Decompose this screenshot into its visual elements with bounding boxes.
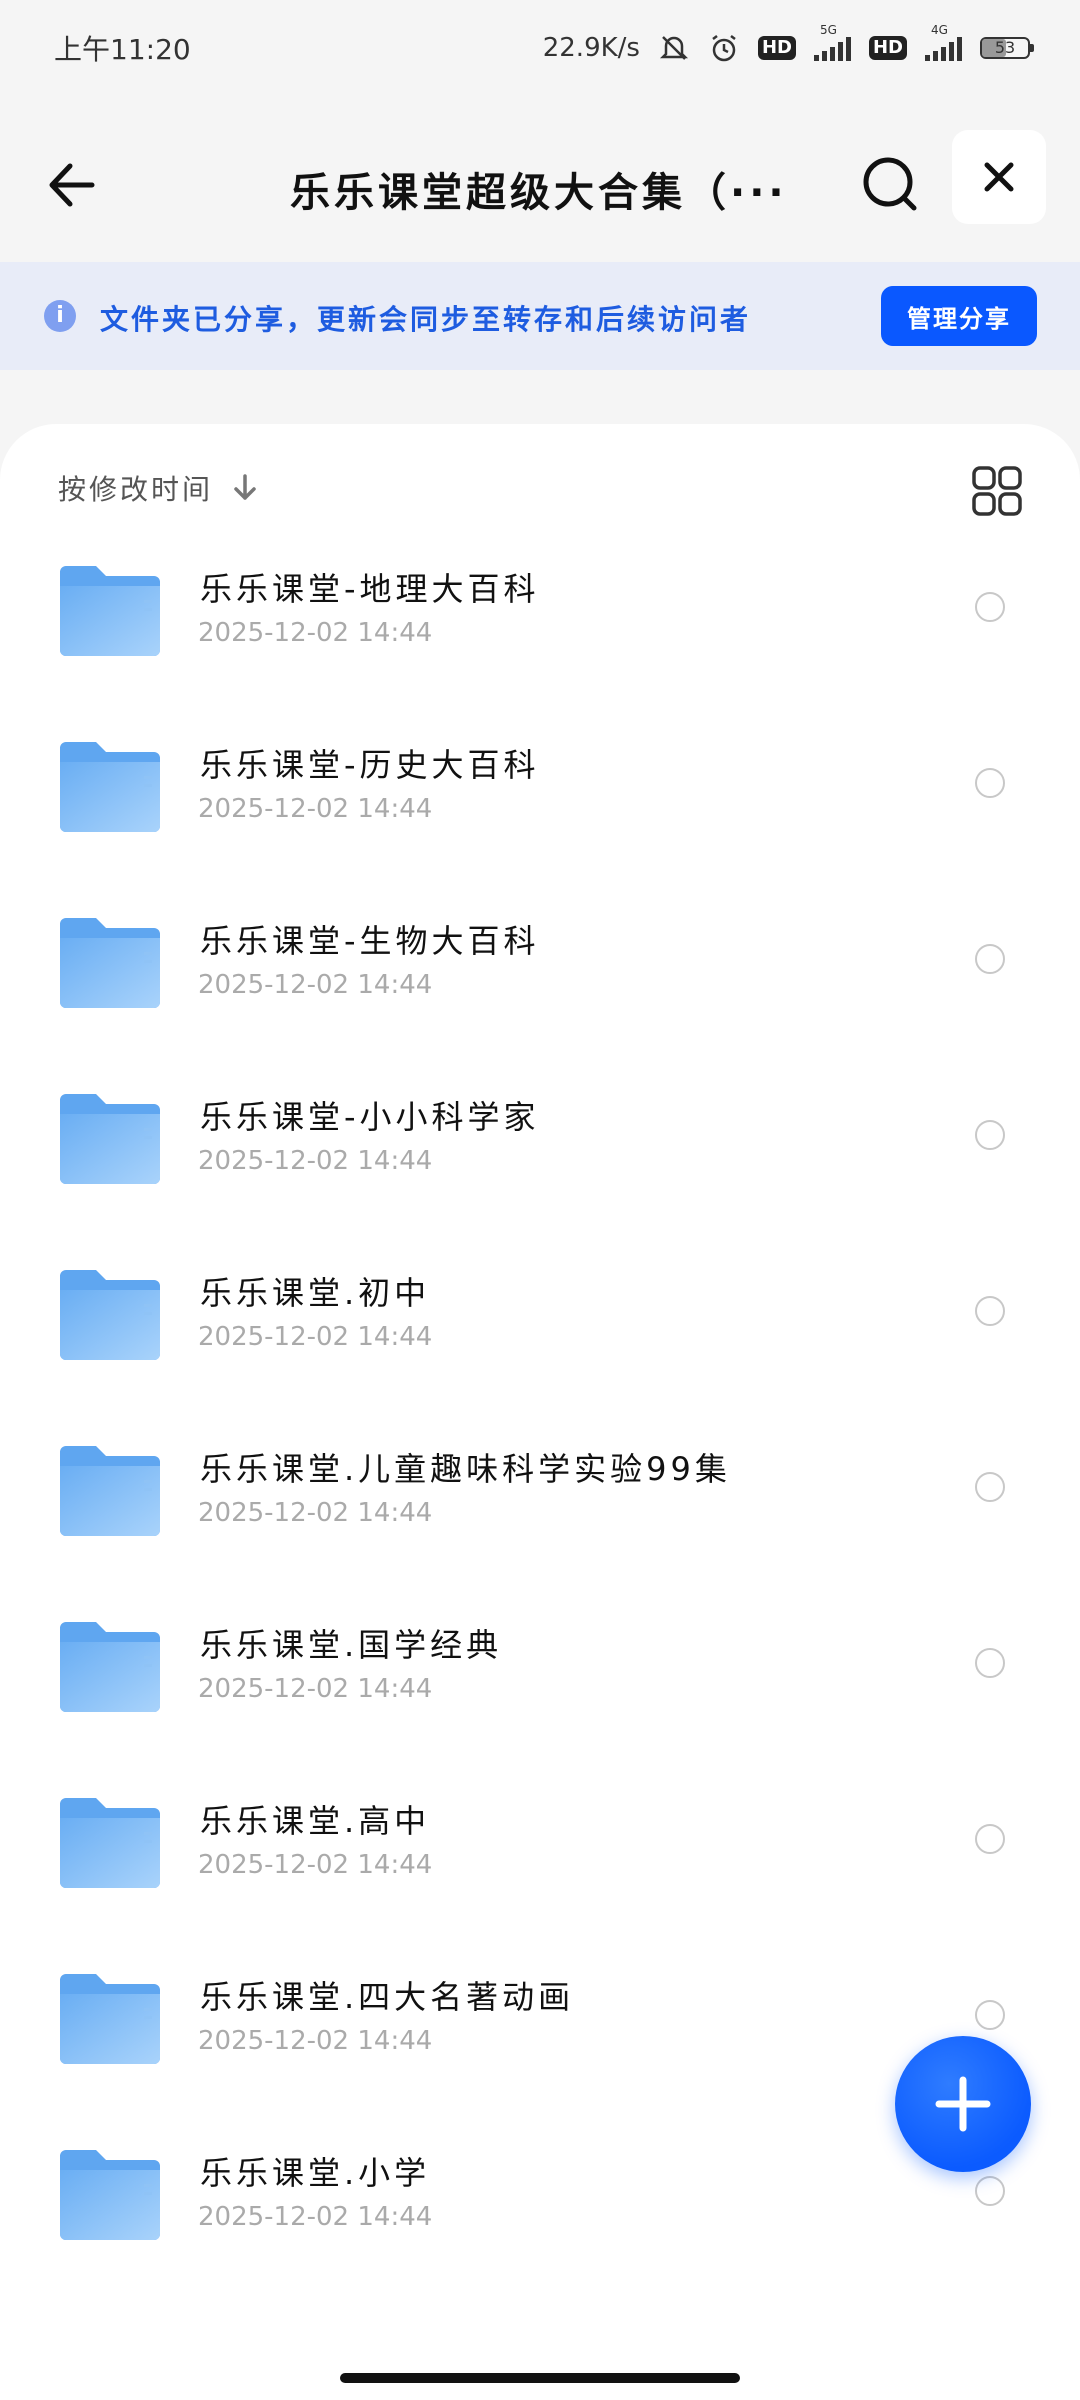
add-button[interactable] bbox=[895, 2036, 1031, 2172]
file-date: 2025-12-02 14:44 bbox=[198, 1850, 433, 1880]
list-item[interactable]: 乐乐课堂.高中 2025-12-02 14:44 bbox=[0, 1766, 1080, 1942]
status-icons: 22.9K/s HD 5G HD 4G 53 bbox=[542, 23, 1034, 64]
file-name: 乐乐课堂.国学经典 bbox=[200, 1626, 503, 1664]
select-radio[interactable] bbox=[975, 592, 1005, 622]
folder-icon bbox=[60, 1622, 160, 1712]
list-item[interactable]: 乐乐课堂-历史大百科 2025-12-02 14:44 bbox=[0, 710, 1080, 886]
file-name: 乐乐课堂.初中 bbox=[200, 1274, 431, 1312]
page-title: 乐乐课堂超级大合集（··· bbox=[290, 170, 788, 216]
manage-share-button[interactable]: 管理分享 bbox=[881, 286, 1037, 346]
list-item[interactable]: 乐乐课堂.国学经典 2025-12-02 14:44 bbox=[0, 1590, 1080, 1766]
select-radio[interactable] bbox=[975, 1120, 1005, 1150]
file-date: 2025-12-02 14:44 bbox=[198, 1322, 433, 1352]
file-name: 乐乐课堂-小小科学家 bbox=[200, 1098, 540, 1136]
folder-icon bbox=[60, 1094, 160, 1184]
hd-badge: HD bbox=[757, 36, 796, 60]
file-date: 2025-12-02 14:44 bbox=[198, 2202, 433, 2232]
file-date: 2025-12-02 14:44 bbox=[198, 970, 433, 1000]
close-icon bbox=[984, 162, 1014, 192]
folder-icon bbox=[60, 1798, 160, 1888]
back-arrow-icon[interactable] bbox=[40, 150, 110, 220]
file-name: 乐乐课堂.儿童趣味科学实验99集 bbox=[200, 1450, 731, 1488]
select-radio[interactable] bbox=[975, 1824, 1005, 1854]
file-name: 乐乐课堂-生物大百科 bbox=[200, 922, 540, 960]
share-banner: i 文件夹已分享，更新会同步至转存和后续访问者 管理分享 bbox=[0, 262, 1080, 370]
folder-icon bbox=[60, 742, 160, 832]
file-date: 2025-12-02 14:44 bbox=[198, 618, 433, 648]
file-date: 2025-12-02 14:44 bbox=[198, 1146, 433, 1176]
list-item[interactable]: 乐乐课堂-地理大百科 2025-12-02 14:44 bbox=[0, 534, 1080, 710]
list-item[interactable]: 乐乐课堂.初中 2025-12-02 14:44 bbox=[0, 1238, 1080, 1414]
share-notice: 文件夹已分享，更新会同步至转存和后续访问者 bbox=[100, 303, 752, 336]
info-icon: i bbox=[44, 300, 76, 332]
sort-control[interactable]: 按修改时间 bbox=[58, 468, 259, 508]
folder-icon bbox=[60, 1270, 160, 1360]
folder-icon bbox=[60, 1446, 160, 1536]
bell-mute-icon bbox=[659, 36, 688, 60]
select-radio[interactable] bbox=[975, 1648, 1005, 1678]
folder-icon bbox=[60, 2150, 160, 2240]
select-radio[interactable] bbox=[975, 768, 1005, 798]
signal-5g-icon: 5G bbox=[813, 23, 851, 61]
battery-icon: 53 bbox=[980, 37, 1034, 59]
file-name: 乐乐课堂.四大名著动画 bbox=[200, 1978, 575, 2016]
alarm-icon bbox=[712, 35, 736, 62]
file-date: 2025-12-02 14:44 bbox=[198, 1498, 433, 1528]
list-item[interactable]: 乐乐课堂-生物大百科 2025-12-02 14:44 bbox=[0, 886, 1080, 1062]
search-icon[interactable] bbox=[856, 150, 926, 220]
folder-icon bbox=[60, 918, 160, 1008]
list-item[interactable]: 乐乐课堂.儿童趣味科学实验99集 2025-12-02 14:44 bbox=[0, 1414, 1080, 1590]
plus-icon bbox=[935, 2076, 991, 2132]
file-name: 乐乐课堂.高中 bbox=[200, 1802, 431, 1840]
net-speed: 22.9K/s bbox=[542, 33, 640, 63]
header: 乐乐课堂超级大合集（··· bbox=[0, 120, 1080, 260]
select-radio[interactable] bbox=[975, 1472, 1005, 1502]
signal-4g-icon: 4G bbox=[925, 23, 962, 61]
file-date: 2025-12-02 14:44 bbox=[198, 1674, 433, 1704]
close-button[interactable] bbox=[952, 130, 1046, 224]
status-time: 上午11:20 bbox=[54, 33, 191, 66]
file-name: 乐乐课堂-历史大百科 bbox=[200, 746, 540, 784]
sort-label: 按修改时间 bbox=[58, 473, 214, 506]
select-radio[interactable] bbox=[975, 2000, 1005, 2030]
grid-view-icon[interactable] bbox=[970, 464, 1024, 518]
file-date: 2025-12-02 14:44 bbox=[198, 2026, 433, 2056]
arrow-down-icon bbox=[234, 474, 256, 500]
select-radio[interactable] bbox=[975, 2176, 1005, 2206]
file-name: 乐乐课堂.小学 bbox=[200, 2154, 431, 2192]
file-date: 2025-12-02 14:44 bbox=[198, 794, 433, 824]
folder-icon bbox=[60, 1974, 160, 2064]
hd-badge-2: HD bbox=[868, 36, 907, 60]
folder-icon bbox=[60, 566, 160, 656]
file-name: 乐乐课堂-地理大百科 bbox=[200, 570, 540, 608]
select-radio[interactable] bbox=[975, 944, 1005, 974]
home-indicator[interactable] bbox=[340, 2373, 740, 2383]
file-list: 乐乐课堂-地理大百科 2025-12-02 14:44 乐乐课堂-历史大百科 2… bbox=[0, 534, 1080, 2294]
status-bar: 上午11:20 22.9K/s HD 5G HD 4G 53 bbox=[0, 0, 1080, 96]
select-radio[interactable] bbox=[975, 1296, 1005, 1326]
list-item[interactable]: 乐乐课堂-小小科学家 2025-12-02 14:44 bbox=[0, 1062, 1080, 1238]
